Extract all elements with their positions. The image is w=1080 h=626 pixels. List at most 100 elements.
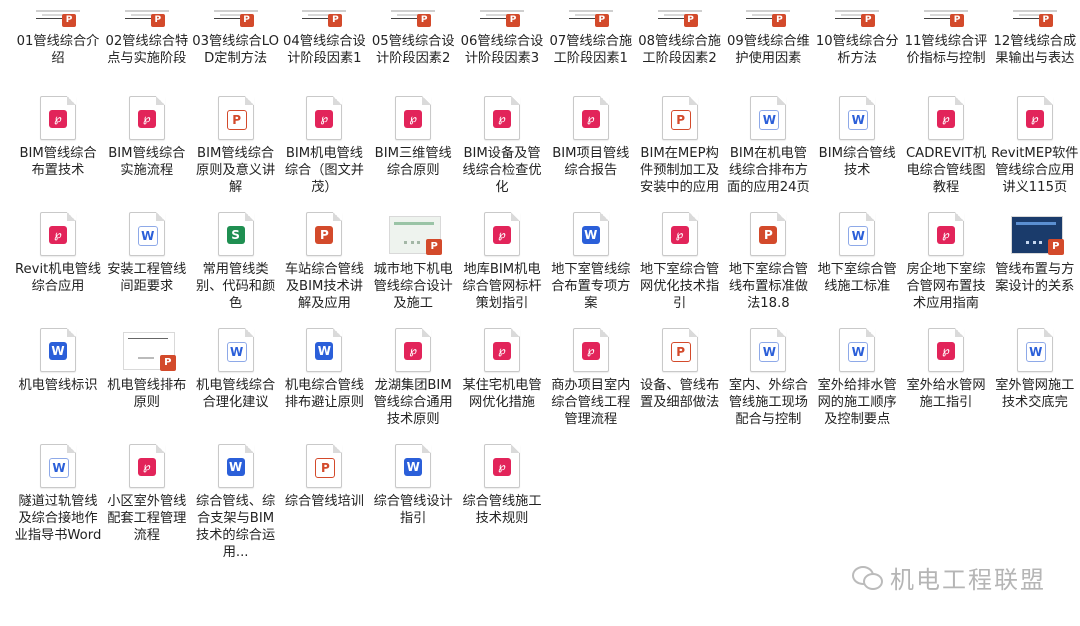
word-file-icon: W bbox=[217, 328, 254, 372]
file-item[interactable]: P 08管线综合施工阶段因素2 bbox=[636, 8, 724, 67]
file-item[interactable]: ℘ BIM管线综合实施流程 bbox=[103, 96, 191, 179]
file-row: ℘ Revit机电管线综合应用 W 安装工程管线间距要求 S 常用管线类别、代码和颜色 P 车… bbox=[14, 212, 1078, 328]
file-item[interactable]: P 04管线综合设计阶段因素1 bbox=[280, 8, 368, 67]
file-label: BIM在MEP构件预制加工及安装中的应用 bbox=[640, 146, 720, 195]
file-item[interactable]: P 综合管线培训 bbox=[280, 444, 368, 510]
ppt-thumbnail-icon: P bbox=[655, 8, 704, 30]
file-label: Revit机电管线综合应用 bbox=[14, 262, 102, 294]
file-item[interactable]: ℘ Revit机电管线综合应用 bbox=[14, 212, 102, 295]
file-label: 机电管线综合合理化建议 bbox=[196, 378, 276, 410]
file-item[interactable]: P 12管线综合成果输出与表达 bbox=[991, 8, 1079, 67]
file-label: 室外给水管网施工指引 bbox=[906, 378, 986, 410]
file-item[interactable]: P 机电管线排布原则 bbox=[103, 328, 191, 411]
word-file-icon: W bbox=[750, 96, 787, 140]
file-item[interactable]: P 车站综合管线及BIM技术讲解及应用 bbox=[280, 212, 368, 312]
pdf-file-icon: ℘ bbox=[572, 96, 609, 140]
word-file-icon: W bbox=[40, 328, 76, 372]
file-label: 11管线综合评价指标与控制 bbox=[904, 34, 988, 66]
word-file-icon: W bbox=[750, 328, 787, 372]
file-label: BIM机电管线综合（图文并茂） bbox=[284, 146, 364, 195]
file-item[interactable]: W 机电管线标识 bbox=[14, 328, 102, 394]
file-item[interactable]: ℘ BIM项目管线综合报告 bbox=[547, 96, 635, 179]
ppt-thumbnail-icon: P bbox=[478, 8, 526, 30]
word-file-icon: W bbox=[1016, 328, 1053, 372]
file-item[interactable]: P 02管线综合特点与实施阶段 bbox=[103, 8, 191, 67]
file-label: 地下室管线综合布置专项方案 bbox=[551, 262, 631, 311]
file-item[interactable]: ℘ 房企地下室综合管网布置技术应用指南 bbox=[902, 212, 990, 312]
file-label: 商办项目室内综合管线工程管理流程 bbox=[551, 378, 631, 427]
file-item[interactable]: P 07管线综合施工阶段因素1 bbox=[547, 8, 635, 67]
file-item[interactable]: ℘ 地库BIM机电综合管网标杆策划指引 bbox=[458, 212, 546, 312]
file-item[interactable]: P 03管线综合LOD定制方法 bbox=[192, 8, 280, 67]
file-item[interactable]: W 隧道过轨管线及综合接地作业指导书Word bbox=[14, 444, 102, 544]
file-row: W 机电管线标识 P 机电管线排布原则 W 机电管线综合合理化建议 W 机电综合管线排布避让原… bbox=[14, 328, 1078, 444]
file-item[interactable]: W 室外管网施工技术交底完 bbox=[991, 328, 1079, 411]
file-item[interactable]: W 综合管线、综合支架与BIM技术的综合运用... bbox=[192, 444, 280, 561]
file-item[interactable]: W 室内、外综合管线施工现场配合与控制 bbox=[724, 328, 812, 428]
slide-thumbnail-icon: P bbox=[1010, 212, 1064, 256]
file-label: 室外管网施工技术交底完 bbox=[995, 378, 1075, 410]
file-item[interactable]: ℘ 某住宅机电管网优化措施 bbox=[458, 328, 546, 411]
file-label: 03管线综合LOD定制方法 bbox=[192, 34, 279, 66]
file-label: 09管线综合维护使用因素 bbox=[727, 34, 810, 66]
file-item[interactable]: P BIM在MEP构件预制加工及安装中的应用 bbox=[636, 96, 724, 196]
file-item[interactable]: P 11管线综合评价指标与控制 bbox=[902, 8, 990, 67]
file-item[interactable]: ℘ 室外给水管网施工指引 bbox=[902, 328, 990, 411]
file-item[interactable]: W 地下室管线综合布置专项方案 bbox=[547, 212, 635, 312]
file-item[interactable]: P 地下室综合管线布置标准做法18.8 bbox=[724, 212, 812, 312]
file-item[interactable]: W 室外给排水管网的施工顺序及控制要点 bbox=[813, 328, 901, 428]
file-item[interactable]: ℘ RevitMEP软件管线综合应用讲义115页 bbox=[991, 96, 1079, 196]
file-item[interactable]: ℘ BIM三维管线综合原则 bbox=[369, 96, 457, 179]
word-file-icon: W bbox=[839, 96, 876, 140]
file-label: 06管线综合设计阶段因素3 bbox=[460, 34, 544, 66]
ppt-file-icon: P bbox=[306, 444, 343, 488]
file-item[interactable]: ℘ 小区室外管线配套工程管理流程 bbox=[103, 444, 191, 544]
file-row: P 01管线综合介绍 P 02管线综合特点与实施阶段 P 03管线综合LOD定制方法 P 04… bbox=[14, 8, 1078, 96]
pdf-file-icon: ℘ bbox=[928, 212, 964, 256]
file-item[interactable]: P 城市地下机电管线综合设计及施工 bbox=[369, 212, 457, 312]
file-item[interactable]: P 09管线综合维护使用因素 bbox=[724, 8, 812, 67]
file-item[interactable]: ℘ BIM机电管线综合（图文并茂） bbox=[280, 96, 368, 196]
file-item[interactable]: P 管线布置与方案设计的关系 bbox=[991, 212, 1079, 295]
ppt-file-icon: P bbox=[750, 212, 787, 256]
ppt-thumbnail-icon: P bbox=[566, 8, 615, 30]
ppt-thumbnail-icon: P bbox=[833, 8, 882, 30]
file-item[interactable]: W 安装工程管线间距要求 bbox=[103, 212, 191, 295]
file-label: 地下室综合管线施工标准 bbox=[817, 262, 897, 294]
word-file-icon: W bbox=[572, 212, 609, 256]
file-label: BIM管线综合原则及意义讲解 bbox=[196, 146, 276, 195]
file-item[interactable]: ℘ BIM设备及管线综合检查优化 bbox=[458, 96, 546, 196]
file-label: 12管线综合成果输出与表达 bbox=[993, 34, 1077, 66]
file-item[interactable]: ℘ 地下室综合管网优化技术指引 bbox=[636, 212, 724, 312]
file-item[interactable]: W BIM在机电管线综合排布方面的应用24页 bbox=[724, 96, 812, 196]
file-item[interactable]: ℘ 商办项目室内综合管线工程管理流程 bbox=[547, 328, 635, 428]
file-item[interactable]: ℘ CADREVIT机电综合管线图教程 bbox=[902, 96, 990, 196]
file-item[interactable]: W 机电管线综合合理化建议 bbox=[192, 328, 280, 411]
file-label: 机电综合管线排布避让原则 bbox=[284, 378, 364, 410]
file-item[interactable]: P 06管线综合设计阶段因素3 bbox=[458, 8, 546, 67]
file-item[interactable]: P 01管线综合介绍 bbox=[14, 8, 102, 67]
file-item[interactable]: S 常用管线类别、代码和颜色 bbox=[192, 212, 280, 312]
file-item[interactable]: W 机电综合管线排布避让原则 bbox=[280, 328, 368, 411]
file-item[interactable]: W BIM综合管线技术 bbox=[813, 96, 901, 179]
file-label: 设备、管线布置及细部做法 bbox=[640, 378, 720, 410]
file-label: 地下室综合管线布置标准做法18.8 bbox=[728, 262, 808, 311]
file-item[interactable]: W 地下室综合管线施工标准 bbox=[813, 212, 901, 295]
ppt-thumbnail-icon: P bbox=[34, 8, 82, 30]
file-item[interactable]: ℘ 综合管线施工技术规则 bbox=[458, 444, 546, 527]
ppt-thumbnail-icon: P bbox=[922, 8, 970, 30]
file-item[interactable]: P BIM管线综合原则及意义讲解 bbox=[192, 96, 280, 196]
file-item[interactable]: P 10管线综合分析方法 bbox=[813, 8, 901, 67]
ppt-file-icon: P bbox=[661, 328, 698, 372]
watermark: 机电工程联盟 bbox=[852, 560, 1046, 594]
file-item[interactable]: P 设备、管线布置及细部做法 bbox=[636, 328, 724, 411]
pdf-file-icon: ℘ bbox=[928, 328, 964, 372]
file-item[interactable]: P 05管线综合设计阶段因素2 bbox=[369, 8, 457, 67]
file-item[interactable]: ℘ 龙湖集团BIM管线综合通用技术原则 bbox=[369, 328, 457, 428]
pdf-file-icon: ℘ bbox=[40, 96, 76, 140]
file-label: 机电管线排布原则 bbox=[107, 378, 187, 410]
file-item[interactable]: W 综合管线设计指引 bbox=[369, 444, 457, 527]
pdf-file-icon: ℘ bbox=[395, 96, 432, 140]
file-item[interactable]: ℘ BIM管线综合布置技术 bbox=[14, 96, 102, 179]
slide-thumbnail-icon: P bbox=[122, 328, 176, 372]
